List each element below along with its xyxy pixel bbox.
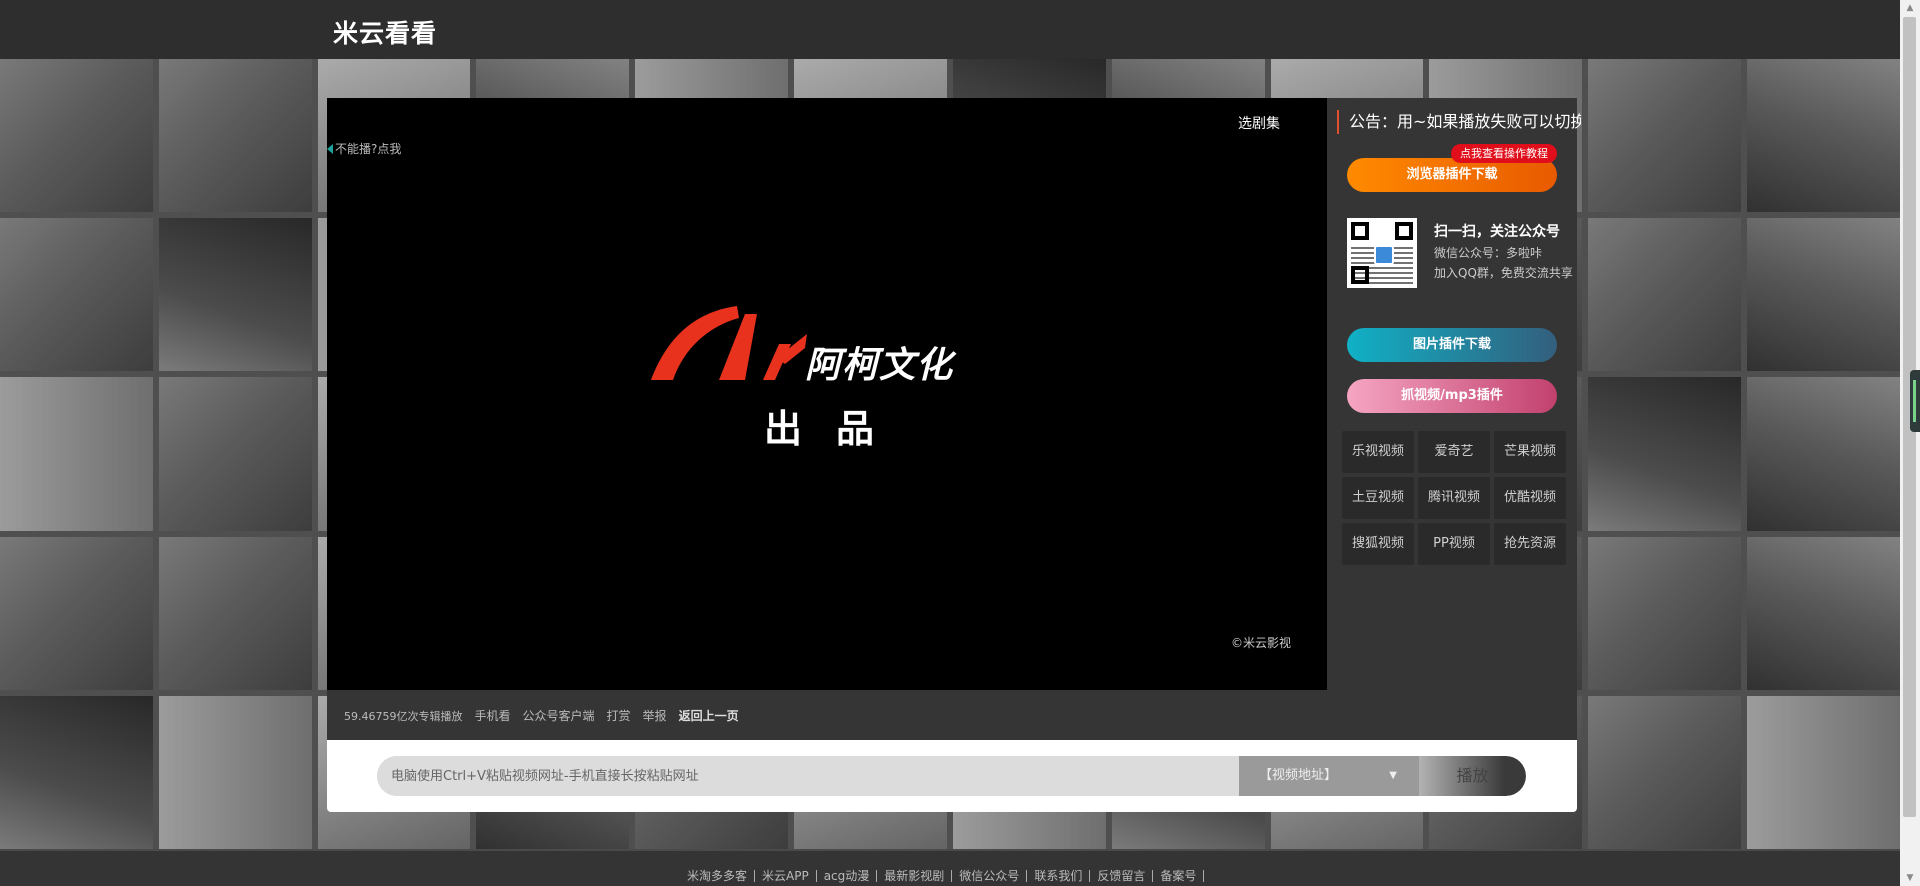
- wechat-follow-title: 扫一扫，关注公众号: [1434, 224, 1560, 240]
- footer-link[interactable]: 备案号: [1153, 870, 1205, 882]
- source-select[interactable]: 【视频地址】 ▼: [1239, 756, 1419, 796]
- platform-early-access[interactable]: 抢先资源: [1494, 523, 1566, 565]
- info-bar: 59.46759亿次专辑播放 手机看 公众号客户端 打赏 举报 返回上一页: [327, 690, 1577, 740]
- mobile-watch-link[interactable]: 手机看: [475, 707, 511, 724]
- footer-link[interactable]: 微信公众号: [952, 870, 1028, 882]
- platform-iqiyi[interactable]: 爱奇艺: [1418, 431, 1490, 473]
- side-panel-tab[interactable]: [1910, 370, 1920, 432]
- footer-link[interactable]: 米云APP: [755, 870, 817, 882]
- platform-mango[interactable]: 芒果视频: [1494, 431, 1566, 473]
- footer-link[interactable]: 反馈留言: [1090, 870, 1154, 882]
- top-bar: 米云看看: [0, 0, 1900, 59]
- footer-link[interactable]: acg动漫: [817, 870, 878, 882]
- platform-tudou[interactable]: 土豆视频: [1342, 477, 1414, 519]
- image-plugin-download-button[interactable]: 图片插件下载: [1347, 328, 1557, 362]
- play-button[interactable]: 播放: [1419, 756, 1526, 796]
- video-player[interactable]: 选剧集 不能播?点我 阿柯文化 出品 ©米云影视: [327, 98, 1327, 690]
- play-count: 59.46759亿次专辑播放: [344, 709, 463, 723]
- qr-code-icon: [1347, 218, 1417, 288]
- ak-logo-icon: [651, 306, 807, 380]
- qq-group-text: 加入QQ群，免费交流共享: [1434, 266, 1573, 280]
- report-link[interactable]: 举报: [643, 707, 667, 724]
- site-title[interactable]: 米云看看: [333, 14, 437, 50]
- footer-link[interactable]: 米淘多多客: [680, 870, 756, 882]
- tip-link[interactable]: 打赏: [607, 707, 631, 724]
- platform-tencent[interactable]: 腾讯视频: [1418, 477, 1490, 519]
- capture-plugin-button[interactable]: 抓视频/mp3插件: [1347, 379, 1557, 413]
- platform-sohu[interactable]: 搜狐视频: [1342, 523, 1414, 565]
- platform-letv[interactable]: 乐视视频: [1342, 431, 1414, 473]
- wechat-client-link[interactable]: 公众号客户端: [523, 707, 595, 724]
- brand-splash: 阿柯文化 出品: [649, 298, 1009, 451]
- scroll-up-icon[interactable]: ▲: [1900, 0, 1920, 16]
- cant-play-label: 不能播?点我: [335, 142, 402, 156]
- platform-youku[interactable]: 优酷视频: [1494, 477, 1566, 519]
- sidebar: 公告：用~如果播放失败可以切换 浏览器插件下载 点我查看操作教程 扫一扫，关注公…: [1337, 98, 1581, 690]
- page-scrollbar[interactable]: ▲ ▼: [1900, 0, 1920, 886]
- select-episode-button[interactable]: 选剧集: [1238, 113, 1280, 133]
- platform-pp[interactable]: PP视频: [1418, 523, 1490, 565]
- chevron-down-icon: ▼: [1389, 770, 1397, 781]
- back-link[interactable]: 返回上一页: [679, 707, 739, 724]
- video-url-input[interactable]: [377, 756, 1239, 796]
- triangle-icon: [327, 143, 333, 154]
- player-section: 选剧集 不能播?点我 阿柯文化 出品 ©米云影视 公告：用~如果播放失败可以切换…: [327, 98, 1581, 690]
- copyright-text: ©米云影视: [1231, 636, 1292, 650]
- brand-name: 阿柯文化: [805, 345, 954, 386]
- cant-play-link[interactable]: 不能播?点我: [327, 140, 401, 157]
- url-input-panel: 【视频地址】 ▼ 播放: [327, 740, 1577, 812]
- source-select-label: 【视频地址】: [1259, 768, 1338, 783]
- platform-grid: 乐视视频 爱奇艺 芒果视频 土豆视频 腾讯视频 优酷视频 搜狐视频 PP视频 抢…: [1342, 431, 1566, 565]
- footer-link[interactable]: 联系我们: [1027, 870, 1091, 882]
- url-bar: 【视频地址】 ▼ 播放: [377, 756, 1526, 796]
- footer: 米淘多多客 米云APP acg动漫 最新影视剧 微信公众号 联系我们 反馈留言 …: [0, 851, 1900, 886]
- browser-plugin-download-button[interactable]: 浏览器插件下载: [1347, 158, 1557, 192]
- footer-link[interactable]: 最新影视剧: [877, 870, 953, 882]
- scroll-down-icon[interactable]: ▼: [1900, 870, 1920, 886]
- announcement: 公告：用~如果播放失败可以切换: [1337, 110, 1581, 134]
- wechat-account-text: 微信公众号：多啦咔: [1434, 246, 1543, 260]
- tutorial-badge[interactable]: 点我查看操作教程: [1451, 144, 1557, 163]
- brand-subtitle: 出品: [764, 407, 909, 451]
